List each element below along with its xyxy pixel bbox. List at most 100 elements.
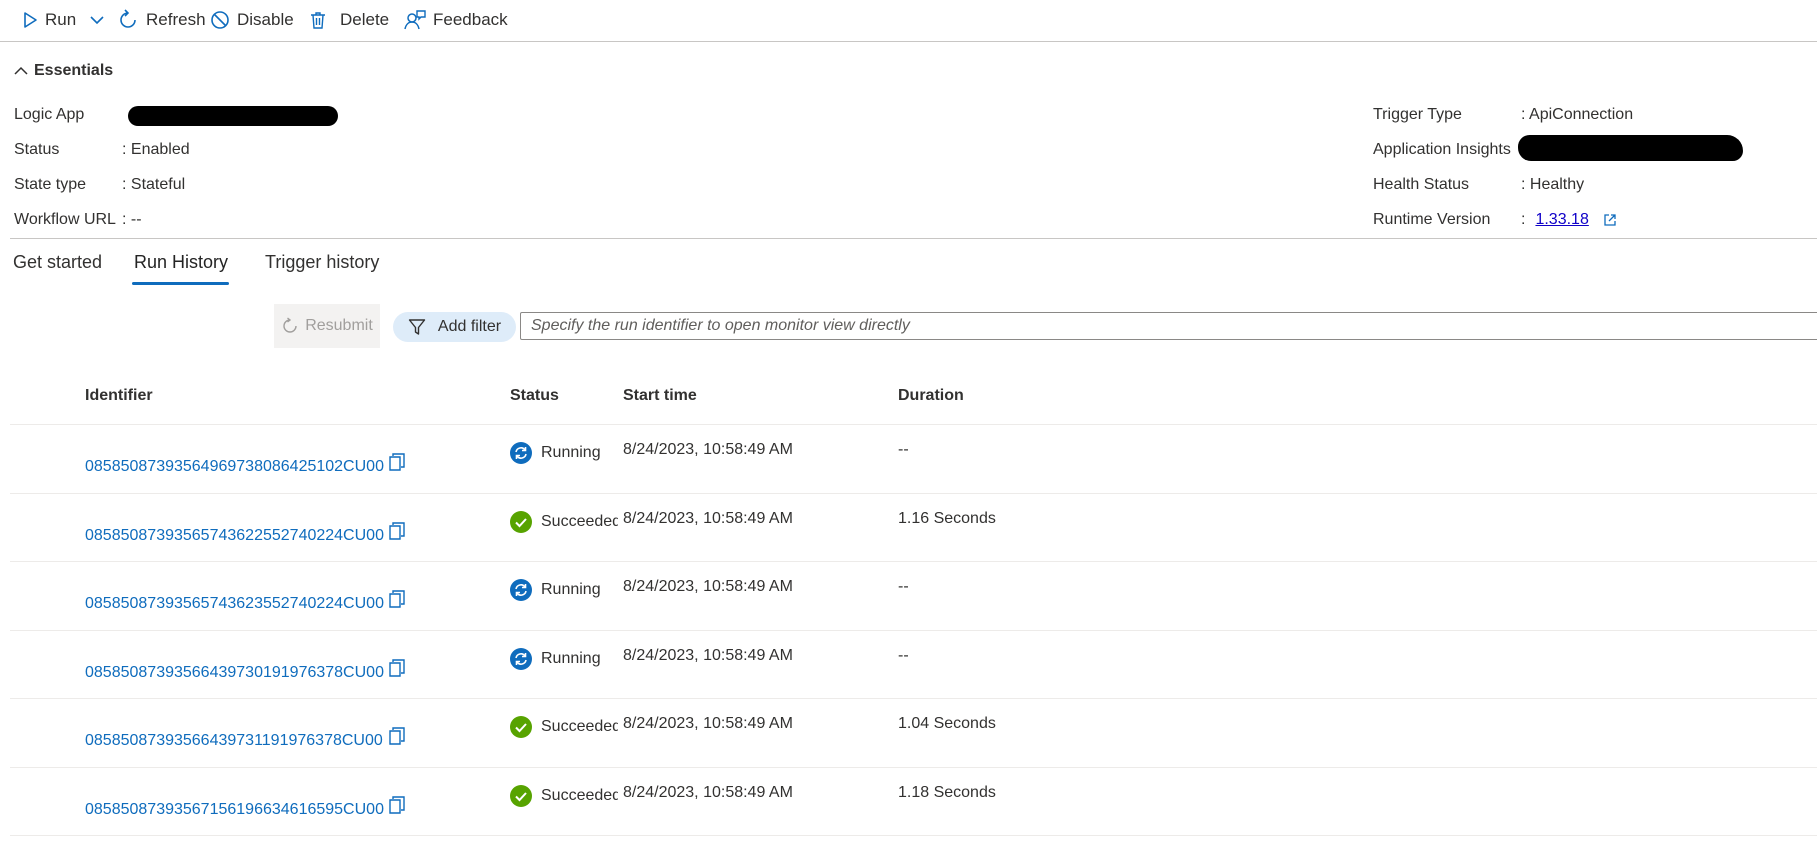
tab-run-history[interactable]: Run History xyxy=(134,252,228,273)
start-time: 8/24/2023, 10:58:49 AM xyxy=(623,578,793,595)
essentials-logic-app: Logic App xyxy=(14,106,84,124)
command-bar: Run Refresh Disable Delete Feedback xyxy=(0,0,1817,42)
column-header-identifier[interactable]: Identifier xyxy=(85,387,153,405)
copy-icon[interactable] xyxy=(388,521,406,546)
essentials-app-insights: Application Insights xyxy=(1373,141,1511,159)
add-filter-button[interactable]: Add filter xyxy=(393,312,516,342)
start-time: 8/24/2023, 10:58:49 AM xyxy=(623,646,793,664)
essentials-divider xyxy=(10,238,1817,239)
refresh-button[interactable]: Refresh xyxy=(117,7,206,33)
run-status: Running xyxy=(510,578,618,602)
succeeded-status-icon xyxy=(510,784,532,807)
table-row[interactable]: 08585087393565743622552740224CU00 Succeed… xyxy=(10,492,1817,562)
delete-button[interactable]: Delete xyxy=(308,7,389,33)
run-identifier-link[interactable]: 08585087393567156196634616595CU00 xyxy=(85,801,384,819)
start-time: 8/24/2023, 10:58:49 AM xyxy=(623,715,793,732)
essentials-status: Status xyxy=(14,141,59,159)
column-header-duration[interactable]: Duration xyxy=(898,387,964,405)
run-identifier-link[interactable]: 08585087393565743622552740224CU00 xyxy=(85,527,384,545)
disable-label: Disable xyxy=(237,10,294,29)
essentials-value: Enabled xyxy=(130,141,190,158)
essentials-value: Stateful xyxy=(130,176,186,193)
run-status: Succeeded xyxy=(510,784,618,808)
running-status-icon xyxy=(510,442,532,464)
run-status: Running xyxy=(510,647,618,671)
chevron-down-icon[interactable] xyxy=(89,14,105,26)
essentials-value: ApiConnection xyxy=(1529,106,1634,123)
tab-get-started[interactable]: Get started xyxy=(13,252,102,273)
redacted-logic-app-name xyxy=(128,106,338,126)
table-row[interactable]: 08585087393566439730191976378CU00 Running… xyxy=(10,629,1817,699)
duration: 1.04 Seconds xyxy=(898,715,996,732)
resubmit-label: Resubmit xyxy=(305,317,373,334)
run-status: Running xyxy=(510,441,618,465)
essentials-health-status: Health Status xyxy=(1373,176,1469,194)
start-time: 8/24/2023, 10:58:49 AM xyxy=(623,441,793,458)
run-identifier-link[interactable]: 08585087393566439730191976378CU00 xyxy=(85,664,384,682)
succeeded-status-icon xyxy=(510,510,532,533)
start-time: 8/24/2023, 10:58:49 AM xyxy=(623,783,793,801)
table-row[interactable]: 08585087393566439731191976378CU00 Succeed… xyxy=(10,698,1817,767)
run-identifier-link[interactable]: 08585087393566439731191976378CU00 xyxy=(85,732,383,750)
copy-icon[interactable] xyxy=(388,589,406,614)
runtime-version-link[interactable]: 1.33.18 xyxy=(1535,211,1588,229)
succeeded-status-icon xyxy=(510,716,532,738)
run-status: Succeeded xyxy=(510,715,618,739)
table-row[interactable]: 08585087393567156196634616595CU00 Succeed… xyxy=(10,766,1817,836)
run-status: Succeeded xyxy=(510,510,618,534)
copy-icon[interactable] xyxy=(388,795,406,820)
copy-icon[interactable] xyxy=(388,452,406,477)
disable-button[interactable]: Disable xyxy=(210,7,294,33)
delete-label: Delete xyxy=(340,10,390,29)
essentials-label: Runtime Version xyxy=(1373,211,1491,228)
copy-icon[interactable] xyxy=(388,726,406,751)
feedback-icon xyxy=(404,10,426,30)
run-button[interactable]: Run xyxy=(22,7,105,33)
table-row[interactable]: 08585087393565743623552740224CU00 Running… xyxy=(10,561,1817,630)
essentials-value: Healthy xyxy=(1529,176,1585,193)
duration: -- xyxy=(898,441,909,458)
status-text: Succeeded xyxy=(541,718,618,735)
table-row[interactable]: 08585087393564969738086425102CU00 Running… xyxy=(10,424,1817,493)
refresh-label: Refresh xyxy=(146,10,206,29)
external-link-icon[interactable] xyxy=(1603,213,1617,227)
refresh-icon xyxy=(120,9,136,28)
chevron-up-icon xyxy=(14,66,28,75)
essentials-toggle[interactable]: Essentials xyxy=(14,62,113,80)
essentials-value: -- xyxy=(130,211,142,228)
copy-icon[interactable] xyxy=(388,658,406,683)
resubmit-button[interactable]: Resubmit xyxy=(274,304,380,348)
run-identifier-link[interactable]: 08585087393565743623552740224CU00 xyxy=(85,595,384,613)
tab-trigger-history[interactable]: Trigger history xyxy=(265,252,379,273)
add-filter-label: Add filter xyxy=(437,318,502,335)
status-text: Succeeded xyxy=(541,512,618,530)
redacted-app-insights xyxy=(1518,135,1743,161)
feedback-button[interactable]: Feedback xyxy=(404,7,508,33)
essentials-state-type: State type xyxy=(14,176,86,194)
essentials-workflow-url: Workflow URL xyxy=(14,211,116,229)
essentials-label: Health Status xyxy=(1373,176,1470,193)
essentials-label: Status xyxy=(14,141,60,158)
run-identifier-search-input[interactable] xyxy=(520,312,1817,340)
essentials-runtime-value-row: : 1.33.18 xyxy=(1521,211,1617,229)
essentials-label: Logic App xyxy=(14,106,85,123)
feedback-label: Feedback xyxy=(433,10,508,29)
essentials-state-value-row: : Stateful xyxy=(122,176,186,193)
status-text: Running xyxy=(541,581,601,598)
status-text: Succeeded xyxy=(541,786,618,804)
duration: 1.16 Seconds xyxy=(898,509,996,527)
status-text: Running xyxy=(541,444,601,461)
resubmit-icon xyxy=(283,317,297,333)
column-header-start-time[interactable]: Start time xyxy=(623,387,697,405)
table-bottom-border xyxy=(10,835,1817,837)
essentials-status-value-row: : Enabled xyxy=(122,141,190,158)
column-header-status[interactable]: Status xyxy=(510,387,559,405)
duration: -- xyxy=(898,646,909,664)
colon: : xyxy=(1521,211,1526,228)
essentials-title: Essentials xyxy=(34,62,114,79)
running-status-icon xyxy=(510,647,532,670)
trash-icon xyxy=(311,12,325,29)
run-identifier-link[interactable]: 08585087393564969738086425102CU00 xyxy=(85,458,384,476)
essentials-label: Workflow URL xyxy=(14,211,116,228)
essentials-health-value-row: : Healthy xyxy=(1521,176,1585,193)
